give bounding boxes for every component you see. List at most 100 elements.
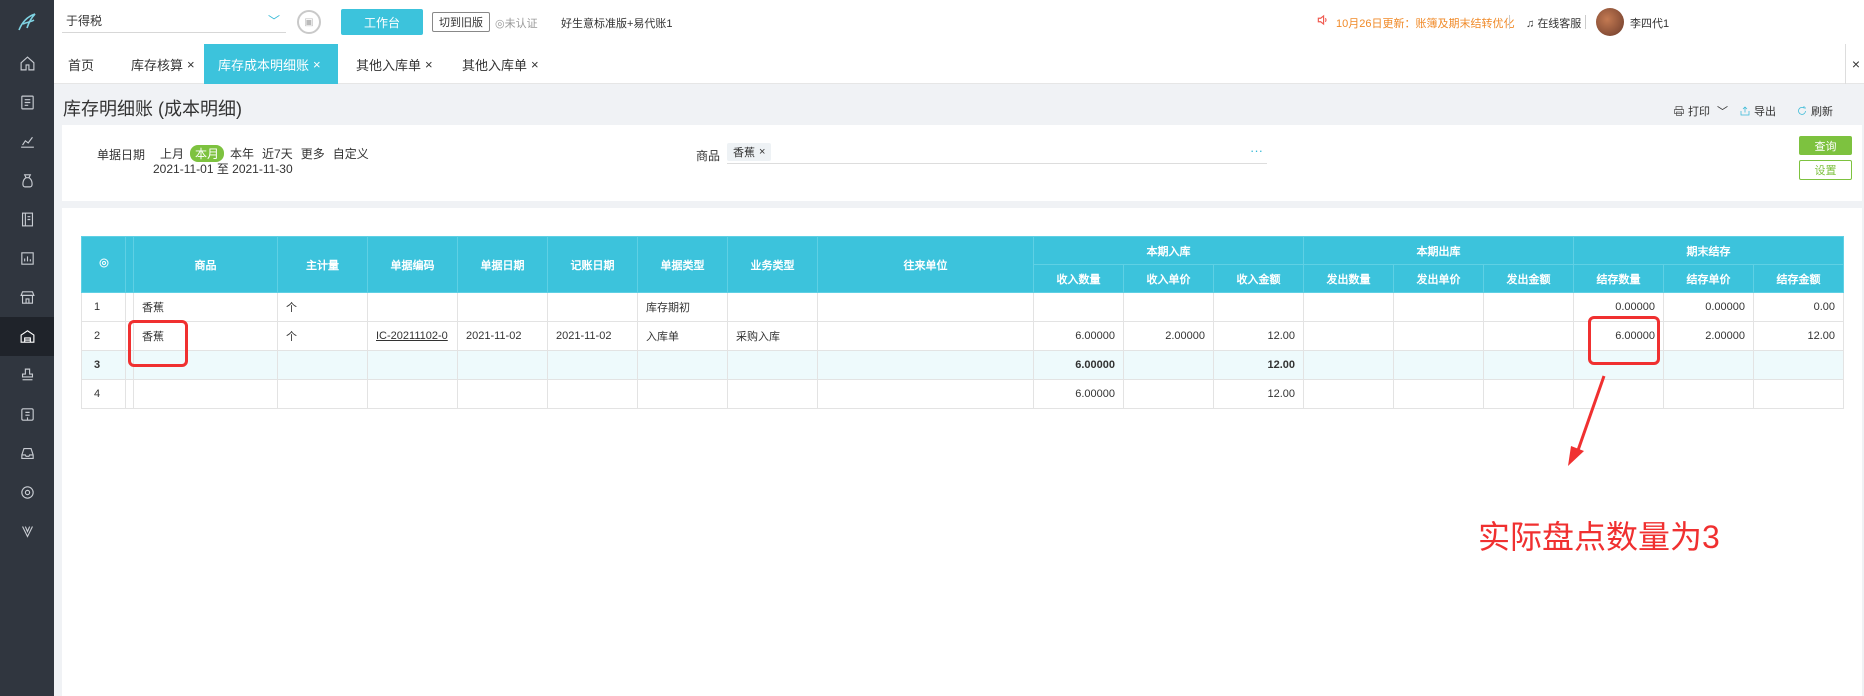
header-in-qty[interactable]: 收入数量 — [1033, 264, 1124, 293]
export-icon — [1740, 106, 1750, 116]
cell-end-amt: 12.00 — [1753, 321, 1844, 351]
query-button[interactable]: 查询 — [1799, 136, 1852, 155]
header-goods[interactable]: 商品 — [133, 236, 278, 293]
money-bag-icon[interactable] — [0, 161, 54, 200]
cell-doc-no[interactable] — [367, 292, 458, 322]
header-end-qty[interactable]: 结存数量 — [1573, 264, 1664, 293]
cell-doc-type — [637, 379, 728, 409]
quick-custom[interactable]: 自定义 — [331, 145, 371, 162]
header-in-price[interactable]: 收入单价 — [1123, 264, 1214, 293]
calendar-icon[interactable]: ▣ — [297, 10, 321, 34]
printer-icon — [1674, 106, 1684, 116]
cell-doc-type: 入库单 — [637, 321, 728, 351]
store-icon[interactable] — [0, 278, 54, 317]
settings-column-icon[interactable] — [98, 257, 110, 269]
column-settings-cell[interactable] — [81, 236, 126, 293]
header-out-qty[interactable]: 发出数量 — [1303, 264, 1394, 293]
export-button[interactable]: 导出 — [1739, 103, 1776, 119]
update-notice[interactable]: 10月26日更新：账簿及期末结转优化 — [1336, 15, 1514, 31]
cell-post-date — [547, 292, 638, 322]
cell-doc-date — [457, 292, 548, 322]
tray-icon[interactable] — [0, 434, 54, 473]
cell-out-qty — [1303, 379, 1394, 409]
header-out-price[interactable]: 发出单价 — [1393, 264, 1484, 293]
chevron-down-icon: ﹀ — [1717, 106, 1728, 118]
inventory-icon[interactable] — [0, 317, 54, 356]
cell-post-date — [547, 350, 638, 380]
header-end-price[interactable]: 结存单价 — [1663, 264, 1754, 293]
goods-input[interactable]: 香蕉 × ··· — [727, 142, 1267, 164]
cell-in-qty — [1033, 292, 1124, 322]
cell-out-price — [1393, 292, 1484, 322]
header-post-date[interactable]: 记账日期 — [547, 236, 638, 293]
header-biz-type[interactable]: 业务类型 — [727, 236, 818, 293]
top-bar: 于得税 ﹀ ▣ 工作台 切到旧版 ◎未认证 好生意标准版+易代账1 10月26日… — [54, 0, 1864, 44]
certification-status[interactable]: ◎未认证 — [495, 15, 538, 31]
gear-icon[interactable] — [0, 473, 54, 512]
divider — [1509, 15, 1510, 29]
annotation-text: 实际盘点数量为3 — [1478, 519, 1720, 555]
highlight-end-qty — [1588, 316, 1660, 365]
user-name[interactable]: 李四代1 — [1630, 15, 1669, 31]
close-icon[interactable]: × — [187, 57, 195, 72]
divider — [1585, 15, 1586, 29]
cell-in-price: 2.00000 — [1123, 321, 1214, 351]
setting-button[interactable]: 设置 — [1799, 160, 1852, 180]
workbench-button[interactable]: 工作台 — [341, 9, 423, 35]
row-index: 4 — [81, 379, 126, 409]
online-service-label: 在线客服 — [1537, 18, 1582, 30]
chart-icon[interactable] — [0, 122, 54, 161]
cell-in-amt: 12.00 — [1213, 379, 1304, 409]
header-unit[interactable]: 主计量 — [277, 236, 368, 293]
cell-end-price: 0.00000 — [1663, 292, 1754, 322]
table-row[interactable]: 1 香蕉个库存期初 0.00000 0.00000 0.00 — [81, 292, 1844, 322]
close-icon[interactable]: × — [425, 57, 433, 72]
header-doc-date[interactable]: 单据日期 — [457, 236, 548, 293]
book-icon[interactable] — [0, 200, 54, 239]
online-service-button[interactable]: ♫ 在线客服 — [1526, 15, 1581, 31]
goods-label: 商品 — [696, 149, 721, 163]
print-button[interactable]: 打印 ﹀ — [1673, 103, 1728, 119]
quick-more[interactable]: 更多 — [299, 145, 327, 162]
row-index: 2 — [81, 321, 126, 351]
refresh-button[interactable]: 刷新 — [1796, 103, 1833, 119]
cell-doc-no[interactable] — [367, 379, 458, 409]
date-range[interactable]: 2021-11-01 至 2021-11-30 — [153, 160, 293, 177]
header-end-amt[interactable]: 结存金额 — [1753, 264, 1844, 293]
company-select[interactable]: 于得税 ﹀ — [62, 9, 286, 33]
cell-end-amt: 0.00 — [1753, 292, 1844, 322]
header-out-amt[interactable]: 发出金额 — [1483, 264, 1574, 293]
invoice-icon[interactable] — [0, 395, 54, 434]
stamp-icon[interactable] — [0, 356, 54, 395]
close-icon[interactable]: × — [313, 57, 321, 72]
tab-inventory-cost-ledger[interactable]: 库存成本明细账 × — [204, 44, 338, 84]
cell-doc-no[interactable] — [367, 350, 458, 380]
header-doc-no[interactable]: 单据编码 — [367, 236, 458, 293]
report-icon[interactable] — [0, 239, 54, 278]
tab-other-inbound-2[interactable]: 其他入库单 × — [462, 44, 539, 84]
cell-unit: 个 — [277, 292, 368, 322]
header-in-amt[interactable]: 收入金额 — [1213, 264, 1304, 293]
tab-bar: 首页 库存核算 × 库存成本明细账 × 其他入库单 × 其他入库单 × × — [54, 44, 1864, 84]
tab-other-inbound-1[interactable]: 其他入库单 × — [356, 44, 433, 84]
cell-goods: 香蕉 — [133, 292, 278, 322]
header-partner[interactable]: 往来单位 — [817, 236, 1034, 293]
tab-home[interactable]: 首页 — [68, 44, 94, 84]
avatar[interactable] — [1596, 8, 1624, 36]
voucher-icon[interactable] — [0, 83, 54, 122]
table-row[interactable]: 2 香蕉个 IC-20211102-0 2021-11-02 2021-11-02 入库单… — [81, 321, 1844, 351]
v-icon[interactable] — [0, 512, 54, 551]
cell-out-qty — [1303, 292, 1394, 322]
home-icon[interactable] — [0, 44, 54, 83]
switch-old-version-button[interactable]: 切到旧版 — [432, 12, 490, 32]
close-icon[interactable]: × — [531, 57, 539, 72]
close-icon[interactable]: × — [759, 146, 765, 158]
cell-in-qty: 6.00000 — [1033, 350, 1124, 380]
cell-doc-no[interactable]: IC-20211102-0 — [367, 321, 458, 351]
tab-inventory-accounting[interactable]: 库存核算 × — [131, 44, 195, 84]
close-all-tabs-icon[interactable]: × — [1852, 56, 1860, 72]
cell-end-amt — [1753, 379, 1844, 409]
cell-out-qty — [1303, 321, 1394, 351]
more-options-icon[interactable]: ··· — [1250, 143, 1263, 158]
header-doc-type[interactable]: 单据类型 — [637, 236, 728, 293]
